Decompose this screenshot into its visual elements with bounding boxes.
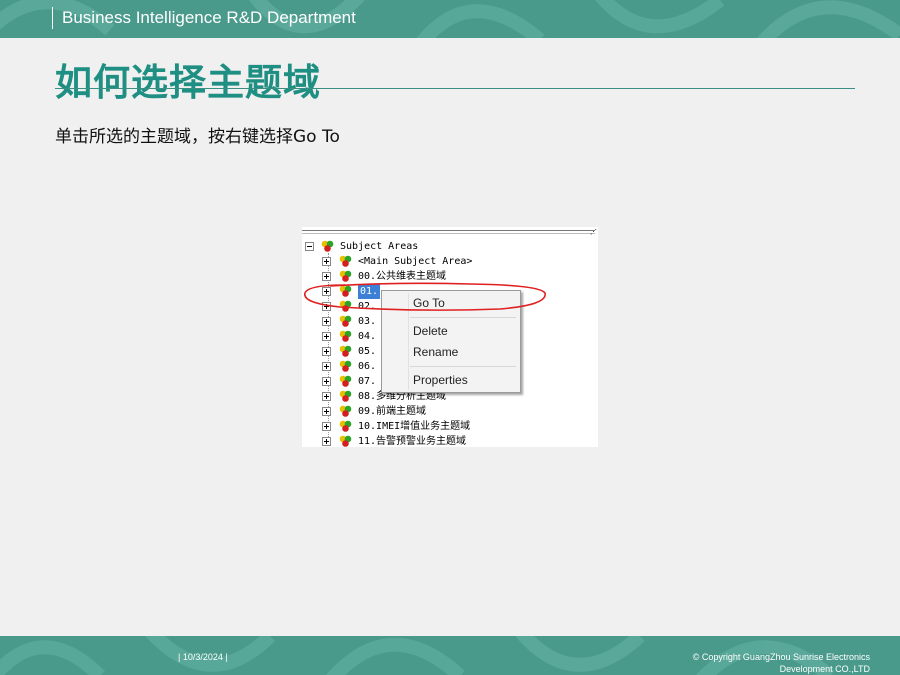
expand-icon[interactable] [322, 287, 331, 296]
expand-icon[interactable] [322, 422, 331, 431]
copyright-line-2: Development CO.,LTD [779, 664, 870, 674]
subject-area-icon [339, 420, 352, 432]
tree-root-label: Subject Areas [340, 241, 419, 252]
menu-separator [410, 366, 516, 367]
footer-date: | 10/3/2024 | [178, 652, 228, 662]
department-label: Business Intelligence R&D Department [52, 7, 356, 29]
copyright-line-1: © Copyright GuangZhou Sunrise Electronic… [692, 652, 870, 662]
expand-icon[interactable] [322, 362, 331, 371]
instruction-text: 单击所选的主题域，按右键选择Go To [55, 127, 340, 147]
expand-icon[interactable] [322, 377, 331, 386]
title-underline [55, 88, 855, 89]
divider [302, 233, 595, 234]
expand-icon[interactable] [322, 437, 331, 446]
expand-icon[interactable] [322, 317, 331, 326]
divider [302, 230, 595, 231]
expand-icon[interactable] [322, 407, 331, 416]
collapse-icon[interactable] [305, 242, 314, 251]
expand-icon[interactable] [322, 302, 331, 311]
subject-area-icon [339, 360, 352, 372]
tree-item-label: 04. [358, 331, 377, 342]
subject-area-icon [339, 375, 352, 387]
tree-item-label: 01. [358, 284, 381, 299]
subject-area-icon [339, 315, 352, 327]
subject-area-icon [339, 390, 352, 402]
footer-copyright: © Copyright GuangZhou Sunrise Electronic… [693, 651, 870, 675]
tree-item-label: 10.IMEI增值业务主题域 [358, 421, 471, 432]
subject-area-icon [339, 300, 352, 312]
expand-icon[interactable] [322, 332, 331, 341]
menu-item-delete[interactable]: Delete [413, 322, 448, 340]
tree-item-label: 09.前端主题域 [358, 406, 427, 417]
subject-area-icon [339, 345, 352, 357]
subject-area-icon [339, 285, 352, 297]
context-menu: Go To Delete Rename Properties [381, 290, 521, 393]
resize-grip-icon[interactable]: ⋰ [590, 228, 597, 236]
tree-item-label: 05. [358, 346, 377, 357]
tree-item-label: 03. [358, 316, 377, 327]
menu-gutter [408, 293, 409, 390]
tree-item-label: 07. [358, 376, 377, 387]
menu-item-properties[interactable]: Properties [413, 371, 468, 389]
subject-area-icon [339, 270, 352, 282]
expand-icon[interactable] [322, 272, 331, 281]
expand-icon[interactable] [322, 257, 331, 266]
subject-area-icon [339, 405, 352, 417]
subject-area-icon [339, 330, 352, 342]
menu-item-rename[interactable]: Rename [413, 343, 458, 361]
expand-icon[interactable] [322, 392, 331, 401]
subject-area-icon [321, 240, 334, 252]
tree-item-label: 06. [358, 361, 377, 372]
expand-icon[interactable] [322, 347, 331, 356]
menu-item-go-to[interactable]: Go To [413, 294, 445, 312]
tree-item-label: 02. [358, 301, 377, 312]
tree-item-label: 00.公共维表主题域 [358, 271, 447, 282]
subject-area-icon [339, 255, 352, 267]
page-title: 如何选择主题域 [55, 61, 321, 104]
tree-item-label: <Main Subject Area> [358, 256, 473, 267]
tree-item-label: 11.告警预警业务主题域 [358, 436, 467, 447]
menu-separator [410, 317, 516, 318]
subject-area-icon [339, 435, 352, 447]
header-banner: Business Intelligence R&D Department [0, 0, 900, 38]
